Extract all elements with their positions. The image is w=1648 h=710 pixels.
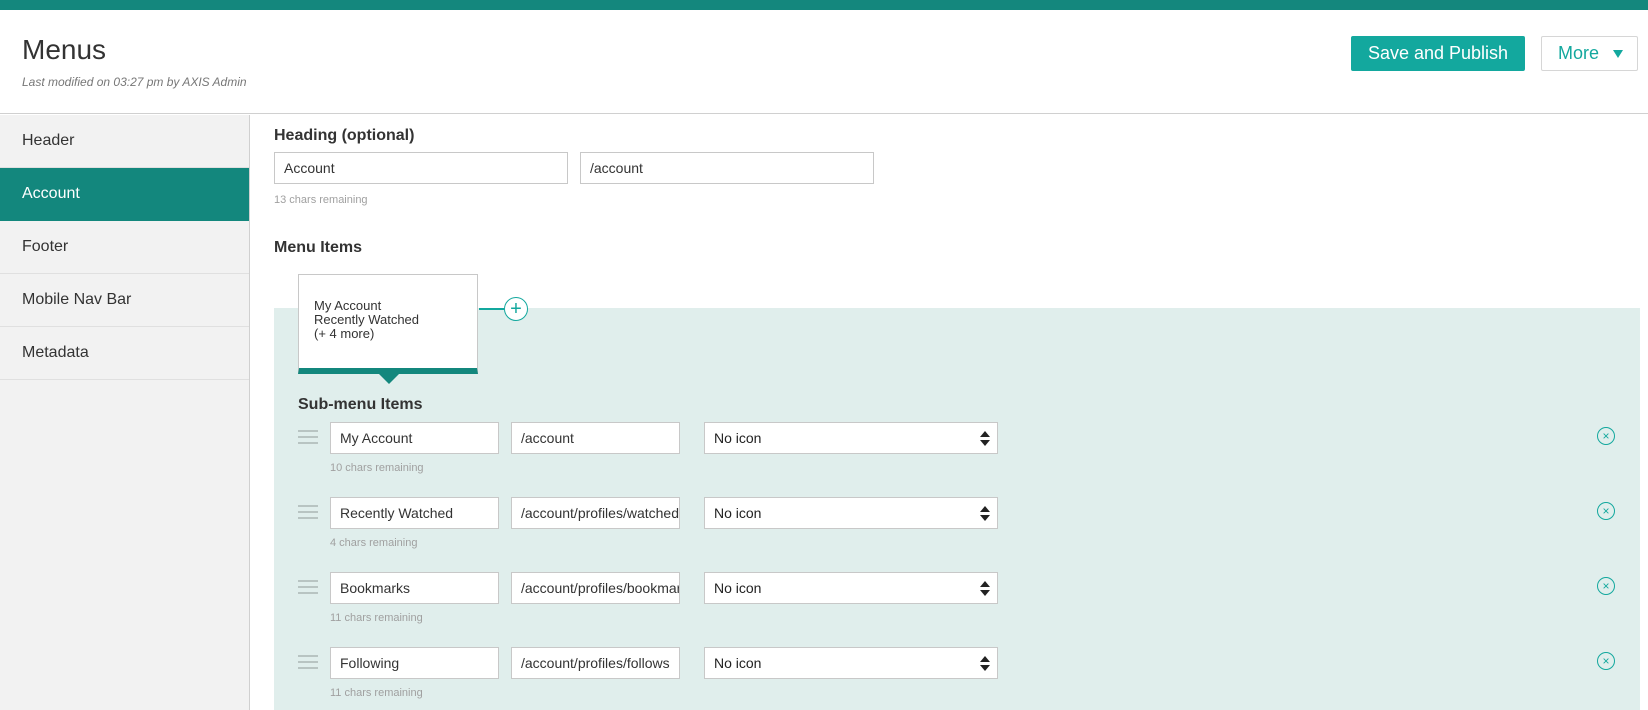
sidebar-item-mobile-nav-bar[interactable]: Mobile Nav Bar	[0, 274, 249, 327]
submenu-title-input[interactable]: My Account	[330, 422, 499, 454]
heading-url-input[interactable]: /account	[580, 152, 874, 184]
select-value: No icon	[714, 580, 762, 596]
submenu-url-input[interactable]: /account/profiles/bookmarks	[511, 572, 680, 604]
caret-down-icon	[1613, 50, 1623, 58]
menu-card-line: My Account	[314, 298, 382, 313]
heading-section-label: Heading (optional)	[274, 127, 415, 144]
heading-chars-remaining: 13 chars remaining	[274, 194, 368, 206]
submenu-chars-remaining: 11 chars remaining	[330, 687, 423, 699]
sidebar-item-account[interactable]: Account	[0, 168, 249, 221]
submenu-chars-remaining: 4 chars remaining	[330, 537, 418, 549]
submenu-items-label: Sub-menu Items	[298, 396, 423, 413]
menu-connector-line	[479, 308, 504, 310]
menu-items-label: Menu Items	[274, 239, 363, 256]
sidebar-item-label: Account	[22, 185, 80, 202]
sidebar-item-label: Mobile Nav Bar	[22, 291, 132, 308]
select-value: No icon	[714, 655, 762, 671]
submenu-icon-select[interactable]: No icon	[704, 647, 998, 679]
sidebar-item-header[interactable]: Header	[0, 115, 249, 168]
sidebar: Header Account Footer Mobile Nav Bar Met…	[0, 115, 250, 710]
remove-circle-icon[interactable]: ×	[1597, 427, 1615, 445]
submenu-icon-select[interactable]: No icon	[704, 422, 998, 454]
menu-item-card[interactable]: My Account Recently Watched (+ 4 more)	[298, 274, 478, 384]
select-value: No icon	[714, 505, 762, 521]
page-header: Menus Last modified on 03:27 pm by AXIS …	[0, 10, 1648, 114]
submenu-title-input[interactable]: Recently Watched	[330, 497, 499, 529]
main-content: Heading (optional) Account /account 13 c…	[251, 115, 1648, 710]
select-arrows-icon	[980, 656, 990, 672]
remove-circle-icon[interactable]: ×	[1597, 502, 1615, 520]
sidebar-item-label: Metadata	[22, 344, 89, 361]
more-dropdown-button[interactable]: More	[1541, 36, 1638, 71]
submenu-icon-select[interactable]: No icon	[704, 497, 998, 529]
sidebar-item-label: Footer	[22, 238, 69, 255]
submenu-url-input[interactable]: /account/profiles/watched	[511, 497, 680, 529]
submenu-title-input[interactable]: Following	[330, 647, 499, 679]
select-arrows-icon	[980, 506, 990, 522]
last-modified-text: Last modified on 03:27 pm by AXIS Admin	[22, 75, 247, 89]
page-title: Menus	[22, 34, 107, 65]
drag-handle-icon[interactable]	[298, 505, 318, 521]
add-menu-item-icon[interactable]: +	[504, 297, 528, 321]
sidebar-item-label: Header	[22, 132, 75, 149]
submenu-chars-remaining: 11 chars remaining	[330, 612, 423, 624]
select-arrows-icon	[980, 431, 990, 447]
remove-circle-icon[interactable]: ×	[1597, 577, 1615, 595]
menu-card-line: (+ 4 more)	[314, 326, 375, 341]
card-pointer-arrow	[379, 374, 399, 384]
drag-handle-icon[interactable]	[298, 655, 318, 671]
save-and-publish-button[interactable]: Save and Publish	[1351, 36, 1525, 71]
submenu-url-input[interactable]: /account/profiles/follows	[511, 647, 680, 679]
submenu-icon-select[interactable]: No icon	[704, 572, 998, 604]
heading-title-input[interactable]: Account	[274, 152, 568, 184]
select-arrows-icon	[980, 581, 990, 597]
submenu-url-input[interactable]: /account	[511, 422, 680, 454]
drag-handle-icon[interactable]	[298, 580, 318, 596]
menu-card-line: Recently Watched	[314, 312, 420, 327]
top-accent-bar	[0, 0, 1648, 10]
more-label: More	[1558, 43, 1600, 63]
remove-circle-icon[interactable]: ×	[1597, 652, 1615, 670]
select-value: No icon	[714, 430, 762, 446]
submenu-title-input[interactable]: Bookmarks	[330, 572, 499, 604]
submenu-chars-remaining: 10 chars remaining	[330, 462, 424, 474]
sidebar-item-footer[interactable]: Footer	[0, 221, 249, 274]
sidebar-item-metadata[interactable]: Metadata	[0, 327, 249, 380]
drag-handle-icon[interactable]	[298, 430, 318, 446]
